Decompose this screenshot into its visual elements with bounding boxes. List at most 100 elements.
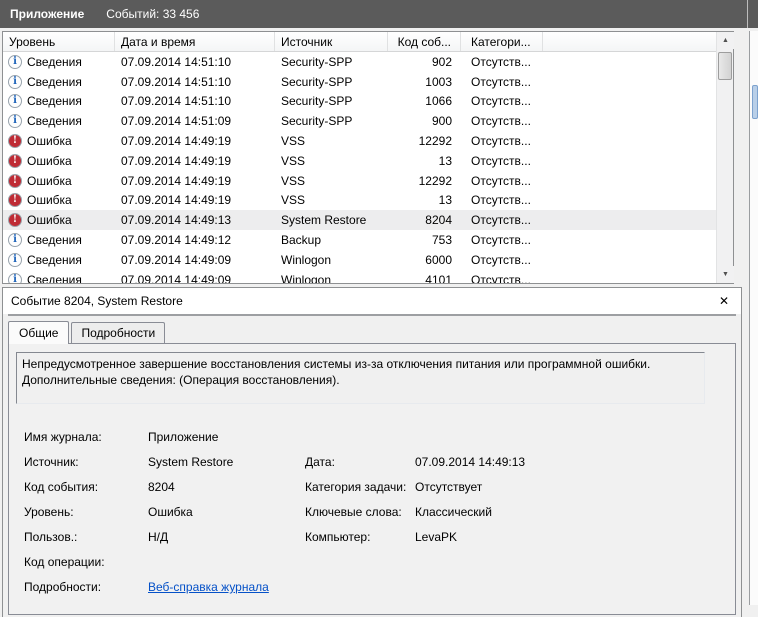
datetime-cell: 07.09.2014 14:51:10 [115, 55, 275, 69]
source-cell: VSS [275, 174, 388, 188]
level-text: Ошибка [27, 193, 72, 207]
datetime-cell: 07.09.2014 14:49:19 [115, 154, 275, 168]
category-cell: Отсутств... [461, 253, 543, 267]
level-cell: i Сведения [3, 233, 115, 247]
datetime-cell: 07.09.2014 14:49:19 [115, 134, 275, 148]
column-header-event-code[interactable]: Код соб... [388, 32, 461, 51]
datetime-cell: 07.09.2014 14:51:09 [115, 114, 275, 128]
table-row[interactable]: !Ошибка07.09.2014 14:49:19VSS12292Отсутс… [3, 131, 716, 151]
table-row[interactable]: iСведения07.09.2014 14:49:09Winlogon4101… [3, 270, 716, 283]
list-scrollbar[interactable]: ▲ ▼ [716, 32, 733, 283]
info-icon: i [8, 233, 22, 247]
code-cell: 900 [388, 114, 461, 128]
table-row[interactable]: !Ошибка07.09.2014 14:49:13System Restore… [3, 210, 716, 230]
opcode-label: Код операции: [24, 555, 148, 580]
datetime-cell: 07.09.2014 14:49:13 [115, 213, 275, 227]
column-header-datetime[interactable]: Дата и время [115, 32, 275, 51]
level-cell: !Ошибка [3, 213, 115, 227]
level-cell: iСведения [3, 75, 115, 89]
error-icon: ! [8, 134, 22, 148]
code-cell: 4101 [388, 273, 461, 283]
log-name-value: Приложение [148, 430, 305, 455]
code-cell: 1003 [388, 75, 461, 89]
level-text: Сведения [27, 94, 82, 108]
code-cell: 1066 [388, 94, 461, 108]
level-cell: iСведения [3, 94, 115, 108]
user-value: Н/Д [148, 530, 305, 555]
table-row[interactable]: iСведения07.09.2014 14:49:09Winlogon6000… [3, 250, 716, 270]
table-row[interactable]: !Ошибка07.09.2014 14:49:19VSS12292Отсутс… [3, 171, 716, 191]
column-header-category[interactable]: Категори... [461, 32, 543, 51]
category-cell: Отсутств... [461, 114, 543, 128]
task-category-label: Категория задачи: [305, 480, 415, 505]
datetime-cell: 07.09.2014 14:49:09 [115, 273, 275, 283]
datetime-cell: 07.09.2014 14:51:10 [115, 94, 275, 108]
level-text: Сведения [27, 75, 82, 89]
event-fields: Имя журнала: Приложение Источник: System… [24, 430, 735, 605]
events-count: Событий: 33 456 [106, 7, 199, 21]
log-name: Приложение [10, 7, 84, 21]
datetime-cell: 07.09.2014 14:49:19 [115, 174, 275, 188]
description-line-1: Непредусмотренное завершение восстановле… [22, 356, 699, 372]
table-row[interactable]: iСведения07.09.2014 14:51:10Security-SPP… [3, 72, 716, 92]
table-row[interactable]: !Ошибка07.09.2014 14:49:19VSS13Отсутств.… [3, 151, 716, 171]
level-cell: !Ошибка [3, 134, 115, 148]
scroll-up-icon[interactable]: ▲ [717, 32, 734, 49]
source-cell: Winlogon [275, 273, 388, 283]
table-row[interactable]: iСведения07.09.2014 14:51:10Security-SPP… [3, 52, 716, 72]
level-cell: !Ошибка [3, 174, 115, 188]
level-text: Ошибка [27, 213, 72, 227]
log-name-label: Имя журнала: [24, 430, 148, 455]
level-cell: iСведения [3, 114, 115, 128]
event-preview-panel: Событие 8204, System Restore ✕ Общие Под… [2, 287, 742, 617]
computer-value: LevaPK [415, 530, 735, 555]
scrollbar-thumb[interactable] [718, 52, 732, 80]
table-row[interactable]: iСведения07.09.2014 14:51:10Security-SPP… [3, 92, 716, 112]
title-separator [8, 314, 736, 316]
source-cell: VSS [275, 134, 388, 148]
tab-general[interactable]: Общие [8, 321, 69, 344]
level-text: Сведения [27, 253, 82, 267]
code-cell: 12292 [388, 174, 461, 188]
level-cell: iСведения [3, 253, 115, 267]
info-icon: i [8, 55, 22, 69]
event-code-value: 8204 [148, 480, 305, 505]
column-header-filler [543, 32, 733, 51]
actions-pane-fragment [752, 85, 758, 119]
close-icon[interactable]: ✕ [719, 294, 729, 308]
scroll-down-icon[interactable]: ▼ [717, 266, 734, 283]
category-cell: Отсутств... [461, 75, 543, 89]
actions-pane-sliver [743, 31, 758, 605]
level-text: Сведения [27, 233, 82, 247]
tab-details[interactable]: Подробности [71, 322, 165, 343]
preview-title-row: Событие 8204, System Restore ✕ [3, 288, 741, 314]
preview-title: Событие 8204, System Restore [11, 294, 183, 308]
datetime-cell: 07.09.2014 14:49:09 [115, 253, 275, 267]
column-header-source[interactable]: Источник [275, 32, 388, 51]
table-row[interactable]: iСведения07.09.2014 14:49:12Backup753Отс… [3, 230, 716, 250]
code-cell: 13 [388, 193, 461, 207]
date-value: 07.09.2014 14:49:13 [415, 455, 735, 480]
event-log-help-link[interactable]: Веб-справка журнала [148, 580, 269, 594]
category-cell: Отсутств... [461, 154, 543, 168]
column-headers: Уровень Дата и время Источник Код соб...… [3, 32, 733, 52]
code-cell: 902 [388, 55, 461, 69]
level-text: Сведения [27, 114, 82, 128]
column-header-level[interactable]: Уровень [3, 32, 115, 51]
source-cell: System Restore [275, 213, 388, 227]
event-list-rows: iСведения07.09.2014 14:51:10Security-SPP… [3, 52, 716, 283]
level-text: Ошибка [27, 174, 72, 188]
event-list-panel: Уровень Дата и время Источник Код соб...… [2, 31, 734, 284]
table-row[interactable]: !Ошибка07.09.2014 14:49:19VSS13Отсутств.… [3, 191, 716, 211]
code-cell: 8204 [388, 213, 461, 227]
log-header-bar: Приложение Событий: 33 456 [0, 0, 758, 28]
category-cell: Отсутств... [461, 174, 543, 188]
date-label: Дата: [305, 455, 415, 480]
table-row[interactable]: iСведения07.09.2014 14:51:09Security-SPP… [3, 111, 716, 131]
event-description[interactable]: Непредусмотренное завершение восстановле… [16, 352, 705, 404]
level-cell: !Ошибка [3, 154, 115, 168]
level-label: Уровень: [24, 505, 148, 530]
source-value: System Restore [148, 455, 305, 480]
source-cell: Security-SPP [275, 114, 388, 128]
source-cell: Security-SPP [275, 75, 388, 89]
